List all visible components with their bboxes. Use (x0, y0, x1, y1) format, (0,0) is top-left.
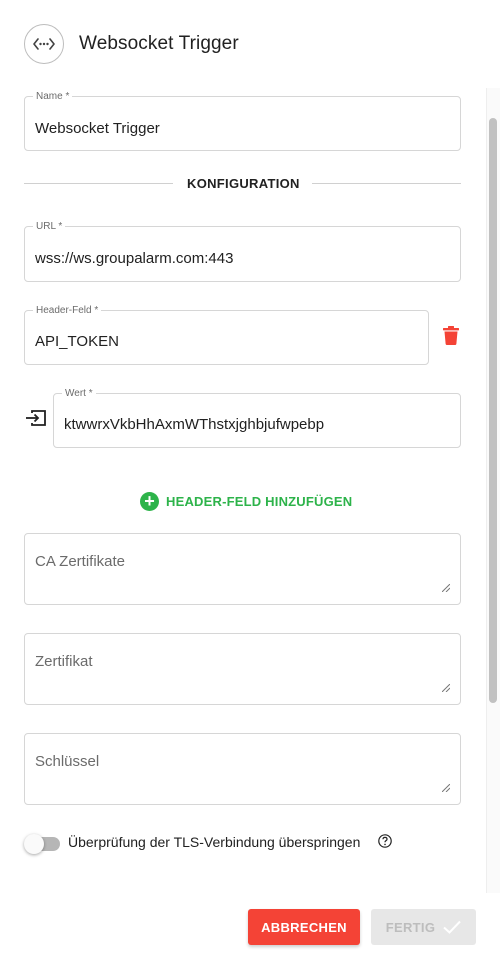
section-divider-left (24, 183, 173, 184)
cancel-button-label: ABBRECHEN (261, 919, 347, 935)
key-textarea[interactable]: Schlüssel (24, 733, 461, 805)
url-field[interactable]: URL * wss://ws.groupalarm.com:443 (24, 221, 461, 282)
resize-handle-icon[interactable] (442, 784, 450, 792)
name-label: Name * (33, 91, 73, 103)
trash-icon (443, 325, 459, 345)
add-header-label: HEADER-FELD HINZUFÜGEN (166, 493, 353, 509)
certificate-textarea[interactable]: Zertifikat (24, 633, 461, 705)
delete-header-button[interactable] (440, 322, 462, 348)
header-value-value: ktwwrxVkbHhAxmWThstxjghbjufwpebp (64, 416, 325, 433)
resize-handle-icon[interactable] (442, 684, 450, 692)
certificate-placeholder: Zertifikat (35, 653, 93, 670)
section-title: KONFIGURATION (187, 176, 300, 191)
cancel-button[interactable]: ABBRECHEN (248, 909, 360, 945)
help-circle-icon[interactable] (378, 834, 392, 848)
done-button-label: FERTIG (385, 919, 436, 935)
scrollbar[interactable] (486, 88, 500, 893)
ca-certificates-placeholder: CA Zertifikate (35, 553, 126, 570)
checkmark-icon (443, 920, 461, 934)
toggle-knob (24, 834, 44, 854)
header-field-value: API_TOKEN (35, 333, 119, 350)
header-field-label: Header-Feld * (33, 305, 102, 317)
input-arrow-icon (24, 408, 48, 428)
name-value: Websocket Trigger (35, 120, 160, 137)
websocket-icon (24, 24, 64, 64)
resize-handle-icon[interactable] (442, 584, 450, 592)
header-value-label: Wert * (62, 388, 96, 400)
header-field-input[interactable]: Header-Feld * API_TOKEN (24, 305, 429, 365)
url-label: URL * (33, 221, 66, 233)
name-field[interactable]: Name * Websocket Trigger (24, 91, 461, 151)
key-placeholder: Schlüssel (35, 753, 100, 770)
section-divider-right (312, 183, 461, 184)
header-value-input[interactable]: Wert * ktwwrxVkbHhAxmWThstxjghbjufwpebp (53, 388, 461, 448)
url-value: wss://ws.groupalarm.com:443 (35, 250, 234, 267)
skip-tls-label: Überprüfung der TLS-Verbindung übersprin… (68, 834, 361, 850)
skip-tls-toggle[interactable] (24, 834, 60, 854)
ca-certificates-textarea[interactable]: CA Zertifikate (24, 533, 461, 605)
add-header-button[interactable]: + HEADER-FELD HINZUFÜGEN (140, 490, 352, 512)
done-button[interactable]: FERTIG (371, 909, 476, 945)
plus-circle-icon: + (140, 491, 159, 511)
dialog-title: Websocket Trigger (79, 33, 239, 54)
dialog-header: Websocket Trigger (0, 0, 500, 88)
scrollbar-thumb[interactable] (489, 118, 497, 703)
